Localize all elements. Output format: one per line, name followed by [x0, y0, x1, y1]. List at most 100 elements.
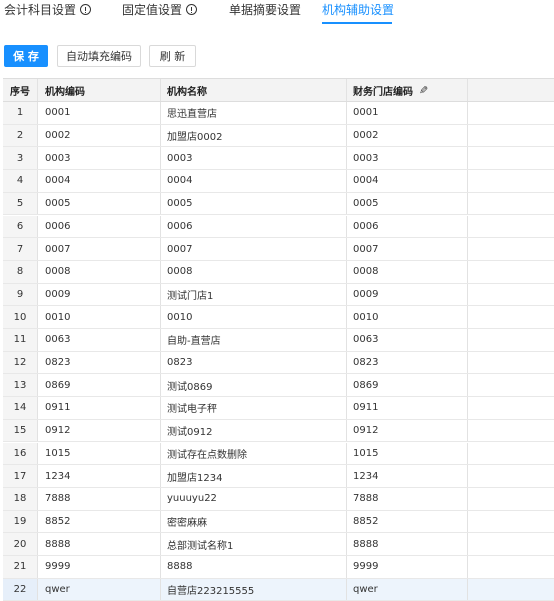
- row-fin-code[interactable]: 0009: [347, 283, 468, 306]
- table-row[interactable]: 14 0911 测试电子秤 0911: [3, 397, 554, 420]
- row-filler: [468, 352, 554, 374]
- table-row[interactable]: 15 0912 测试0912 0912: [3, 419, 554, 443]
- row-fin-code[interactable]: 8852: [347, 510, 468, 533]
- tab-fixed-values[interactable]: 固定值设置: [122, 0, 198, 18]
- autofill-code-button[interactable]: 自动填充编码: [57, 45, 141, 67]
- row-fin-code[interactable]: 0008: [347, 260, 468, 283]
- row-org-name: 测试0869: [161, 374, 347, 397]
- row-fin-code[interactable]: 0912: [347, 419, 468, 442]
- table-row[interactable]: 10 0010 0010 0010: [3, 306, 554, 329]
- row-seq: 21: [3, 556, 38, 578]
- table-header: 序号 机构编码 机构名称 财务门店编码 ✎: [3, 78, 554, 102]
- table-row[interactable]: 18 7888 yuuuyu22 7888: [3, 487, 554, 511]
- row-seq: 11: [3, 329, 38, 351]
- table-row[interactable]: 20 8888 总部测试名称1 8888: [3, 533, 554, 556]
- row-org-name: 0006: [161, 215, 347, 238]
- table-row[interactable]: 7 0007 0007 0007: [3, 238, 554, 261]
- row-filler: [468, 216, 554, 238]
- row-org-code: 0008: [38, 260, 161, 283]
- row-org-name: 0823: [161, 351, 347, 374]
- column-header-fin-code[interactable]: 财务门店编码 ✎: [347, 79, 468, 101]
- table-row[interactable]: 6 0006 0006 0006: [3, 215, 554, 239]
- table-row[interactable]: 13 0869 测试0869 0869: [3, 374, 554, 398]
- row-fin-code[interactable]: 0001: [347, 102, 468, 124]
- tab-accounting-subjects[interactable]: 会计科目设置: [4, 0, 92, 18]
- row-org-name: 自营店223215555: [161, 578, 347, 601]
- row-fin-code[interactable]: 0063: [347, 329, 468, 351]
- row-fin-code[interactable]: 7888: [347, 487, 468, 510]
- row-fin-code[interactable]: 0002: [347, 124, 468, 147]
- row-seq: 14: [3, 397, 38, 419]
- row-seq: 17: [3, 465, 38, 487]
- table-row[interactable]: 1 0001 思迅直营店 0001: [3, 102, 554, 125]
- row-filler: [468, 261, 554, 283]
- row-filler: [468, 238, 554, 260]
- row-fin-code[interactable]: 0005: [347, 192, 468, 215]
- row-filler: [468, 147, 554, 169]
- table-row[interactable]: 17 1234 加盟店1234 1234: [3, 465, 554, 488]
- row-fin-code[interactable]: 0003: [347, 147, 468, 170]
- table-row[interactable]: 2 0002 加盟店0002 0002: [3, 124, 554, 148]
- save-button[interactable]: 保 存: [4, 45, 48, 67]
- row-org-name: 加盟店0002: [161, 124, 347, 147]
- row-fin-code[interactable]: 0869: [347, 374, 468, 397]
- row-fin-code[interactable]: 0007: [347, 238, 468, 260]
- table-row[interactable]: 19 8852 密密麻麻 8852: [3, 510, 554, 534]
- row-fin-code[interactable]: 0004: [347, 170, 468, 192]
- row-filler: [468, 488, 554, 510]
- table-row[interactable]: 5 0005 0005 0005: [3, 192, 554, 216]
- tab-label: 机构辅助设置: [322, 2, 395, 17]
- table-row[interactable]: 16 1015 测试存在点数删除 1015: [3, 442, 554, 466]
- row-fin-code[interactable]: 0823: [347, 351, 468, 374]
- row-seq: 13: [3, 374, 38, 397]
- column-header-name[interactable]: 机构名称: [161, 79, 347, 101]
- table-row[interactable]: 12 0823 0823 0823: [3, 351, 554, 375]
- org-table: 序号 机构编码 机构名称 财务门店编码 ✎ 1 0001 思迅直营店 0001 2 000…: [3, 78, 554, 601]
- row-seq: 9: [3, 283, 38, 306]
- tab-org-auxiliary[interactable]: 机构辅助设置: [322, 0, 394, 18]
- table-row[interactable]: 21 9999 8888 9999: [3, 556, 554, 579]
- row-filler: [468, 125, 554, 147]
- row-fin-code[interactable]: 8888: [347, 533, 468, 555]
- row-seq: 3: [3, 147, 38, 170]
- table-row[interactable]: 11 0063 自助-直营店 0063: [3, 329, 554, 352]
- row-filler: [468, 579, 554, 601]
- table-row[interactable]: 3 0003 0003 0003: [3, 147, 554, 171]
- table-row[interactable]: 22 qwer 自营店223215555 qwer: [3, 578, 554, 601]
- table-row[interactable]: 8 0008 0008 0008: [3, 260, 554, 284]
- table-row[interactable]: 4 0004 0004 0004: [3, 170, 554, 193]
- row-fin-code[interactable]: 0010: [347, 306, 468, 328]
- info-icon[interactable]: [80, 3, 92, 15]
- tab-document-summary[interactable]: 单据摘要设置: [229, 0, 301, 18]
- row-org-code: 0063: [38, 329, 161, 351]
- refresh-button[interactable]: 刷 新: [149, 45, 196, 67]
- row-org-name: 测试0912: [161, 419, 347, 442]
- row-filler: [468, 397, 554, 419]
- row-org-code: 7888: [38, 487, 161, 510]
- row-org-code: 0823: [38, 351, 161, 374]
- row-seq: 4: [3, 170, 38, 192]
- info-icon[interactable]: [186, 3, 198, 15]
- row-org-name: 测试电子秤: [161, 397, 347, 419]
- row-seq: 6: [3, 215, 38, 238]
- row-org-name: 总部测试名称1: [161, 533, 347, 555]
- row-filler: [468, 306, 554, 328]
- row-fin-code[interactable]: 9999: [347, 556, 468, 578]
- row-org-name: 0008: [161, 260, 347, 283]
- row-org-code: 0007: [38, 238, 161, 260]
- row-seq: 7: [3, 238, 38, 260]
- column-header-code[interactable]: 机构编码: [38, 79, 161, 101]
- row-filler: [468, 465, 554, 487]
- row-fin-code[interactable]: qwer: [347, 578, 468, 601]
- row-org-code: 9999: [38, 556, 161, 578]
- row-org-code: 0869: [38, 374, 161, 397]
- row-seq: 2: [3, 124, 38, 147]
- tab-label: 会计科目设置: [4, 2, 77, 17]
- row-fin-code[interactable]: 0911: [347, 397, 468, 419]
- table-row[interactable]: 9 0009 测试门店1 0009: [3, 283, 554, 307]
- row-fin-code[interactable]: 1234: [347, 465, 468, 487]
- column-header-filler: [468, 79, 554, 101]
- row-fin-code[interactable]: 0006: [347, 215, 468, 238]
- row-org-code: 8852: [38, 510, 161, 533]
- row-fin-code[interactable]: 1015: [347, 442, 468, 465]
